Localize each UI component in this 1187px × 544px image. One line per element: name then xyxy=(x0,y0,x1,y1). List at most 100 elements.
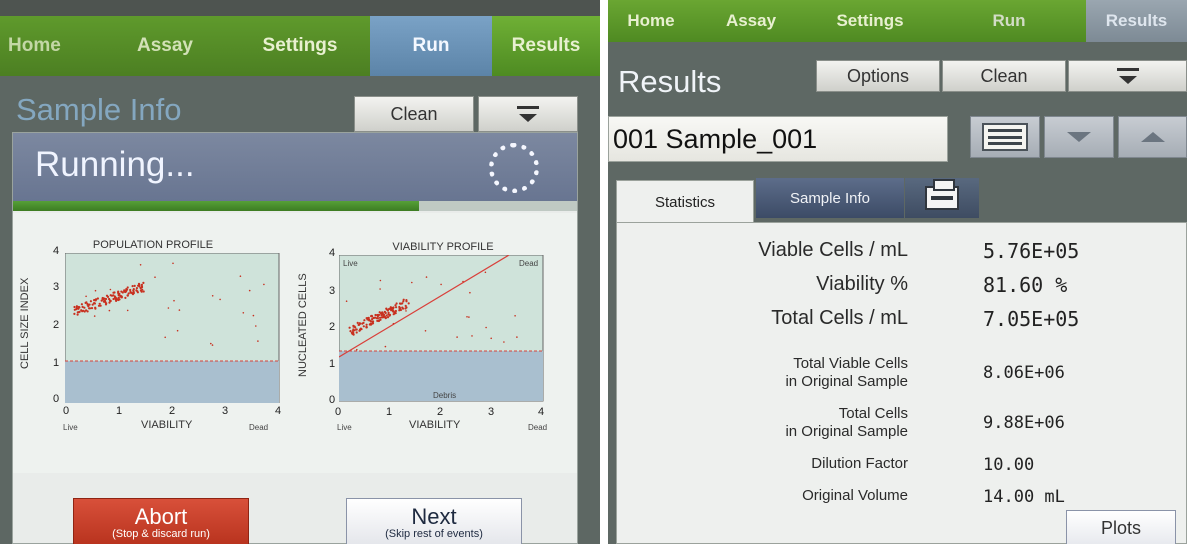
clean-button[interactable]: Clean xyxy=(354,96,474,132)
menu-icon xyxy=(1116,68,1139,84)
pop-xtick: 4 xyxy=(275,405,282,417)
tab-settings[interactable]: Settings xyxy=(230,16,370,76)
scatter-point xyxy=(405,300,408,303)
sample-list-button[interactable] xyxy=(970,116,1040,158)
population-plot xyxy=(65,253,280,403)
scatter-point xyxy=(211,344,214,346)
scatter-point xyxy=(172,262,174,265)
printer-icon xyxy=(925,179,959,210)
stat-value: 14.00 mL xyxy=(983,487,1065,507)
scatter-point xyxy=(138,285,141,288)
scatter-point xyxy=(126,286,129,289)
scatter-point xyxy=(356,321,359,324)
via-x-dead: Dead xyxy=(528,423,548,432)
scatter-point xyxy=(392,310,395,313)
tab-assay[interactable]: Assay xyxy=(100,16,230,76)
scatter-point xyxy=(108,299,112,302)
next-label: Next xyxy=(411,504,457,529)
scatter-point xyxy=(394,312,397,315)
scatter-point xyxy=(352,328,355,331)
tab-home[interactable]: Home xyxy=(608,0,694,42)
top-bezel xyxy=(0,0,600,16)
running-status: Running... xyxy=(35,145,195,184)
via-ytick: 0 xyxy=(329,394,336,406)
scatter-point xyxy=(365,323,368,326)
scatter-point xyxy=(395,306,398,309)
scatter-point xyxy=(379,279,382,282)
next-sample-button[interactable] xyxy=(1044,116,1114,158)
tab-run[interactable]: Run xyxy=(932,0,1086,42)
scatter-point xyxy=(77,305,80,309)
scatter-point xyxy=(117,296,120,299)
scatter-point xyxy=(348,326,351,329)
scatter-point xyxy=(106,295,110,298)
scatter-point xyxy=(133,284,136,287)
scatter-point xyxy=(112,294,115,297)
scatter-point xyxy=(135,287,138,290)
tab-statistics[interactable]: Statistics xyxy=(616,180,754,224)
scatter-point xyxy=(80,309,83,312)
scatter-point xyxy=(88,307,91,310)
scatter-point xyxy=(154,276,156,278)
print-button[interactable] xyxy=(905,178,979,218)
scatter-point xyxy=(90,307,94,310)
via-xtick: 2 xyxy=(437,406,444,418)
options-button[interactable]: Options xyxy=(816,60,940,92)
scatter-point xyxy=(131,285,134,288)
scatter-point xyxy=(365,326,368,329)
scatter-point xyxy=(173,299,175,302)
list-icon xyxy=(982,123,1028,151)
scatter-point xyxy=(142,281,145,284)
via-ytick: 4 xyxy=(329,247,336,259)
tab-settings[interactable]: Settings xyxy=(808,0,932,42)
scatter-point xyxy=(117,298,120,302)
clean-button[interactable]: Clean xyxy=(942,60,1066,92)
progress-bar xyxy=(13,201,577,211)
plots-button[interactable]: Plots xyxy=(1066,510,1176,544)
scatter-point xyxy=(424,330,427,332)
scatter-point xyxy=(383,310,386,313)
menu-button[interactable] xyxy=(1068,60,1187,92)
scatter-point xyxy=(252,314,255,317)
tab-run[interactable]: Run xyxy=(370,16,492,76)
pop-x-live: Live xyxy=(63,423,78,432)
scatter-point xyxy=(503,341,505,343)
scatter-point xyxy=(359,327,362,330)
scatter-point xyxy=(219,298,221,301)
pop-ytick: 3 xyxy=(53,281,60,293)
scatter-point xyxy=(402,298,405,301)
scatter-point xyxy=(392,313,395,316)
prev-sample-button[interactable] xyxy=(1118,116,1187,158)
scatter-point xyxy=(484,271,487,274)
stat-label: Total Cells in Original Sample xyxy=(785,405,908,440)
scatter-point xyxy=(399,308,402,312)
scatter-point xyxy=(394,304,397,307)
tab-results[interactable]: Results xyxy=(492,16,600,76)
scatter-point xyxy=(119,295,122,298)
viability-ylabel: NUCLEATED CELLS xyxy=(297,273,309,377)
via-debris: Debris xyxy=(433,391,457,400)
scatter-point xyxy=(125,288,129,291)
scatter-point xyxy=(375,317,378,320)
scatter-point xyxy=(468,316,470,318)
scatter-point xyxy=(167,307,170,309)
sample-name-field[interactable]: 001 Sample_001 xyxy=(608,116,948,162)
tab-sample-info[interactable]: Sample Info xyxy=(756,178,904,218)
scatter-point xyxy=(514,315,516,317)
scatter-point xyxy=(73,305,76,309)
stat-label: Viability % xyxy=(816,273,908,295)
stat-value: 7.05E+05 xyxy=(983,307,1080,331)
menu-button[interactable] xyxy=(478,96,578,132)
tab-results[interactable]: Results xyxy=(1086,0,1187,42)
scatter-point xyxy=(76,311,79,314)
abort-button[interactable]: Abort (Stop & discard run) xyxy=(73,498,249,544)
tab-home[interactable]: Home xyxy=(0,16,100,76)
scatter-point xyxy=(398,305,401,309)
tab-assay[interactable]: Assay xyxy=(694,0,808,42)
scatter-point xyxy=(384,345,387,348)
next-button[interactable]: Next (Skip rest of events) xyxy=(346,498,522,544)
scatter-point xyxy=(104,297,108,301)
scatter-point xyxy=(357,323,360,326)
scatter-point xyxy=(124,296,127,299)
stat-label: Original Volume xyxy=(802,487,908,504)
